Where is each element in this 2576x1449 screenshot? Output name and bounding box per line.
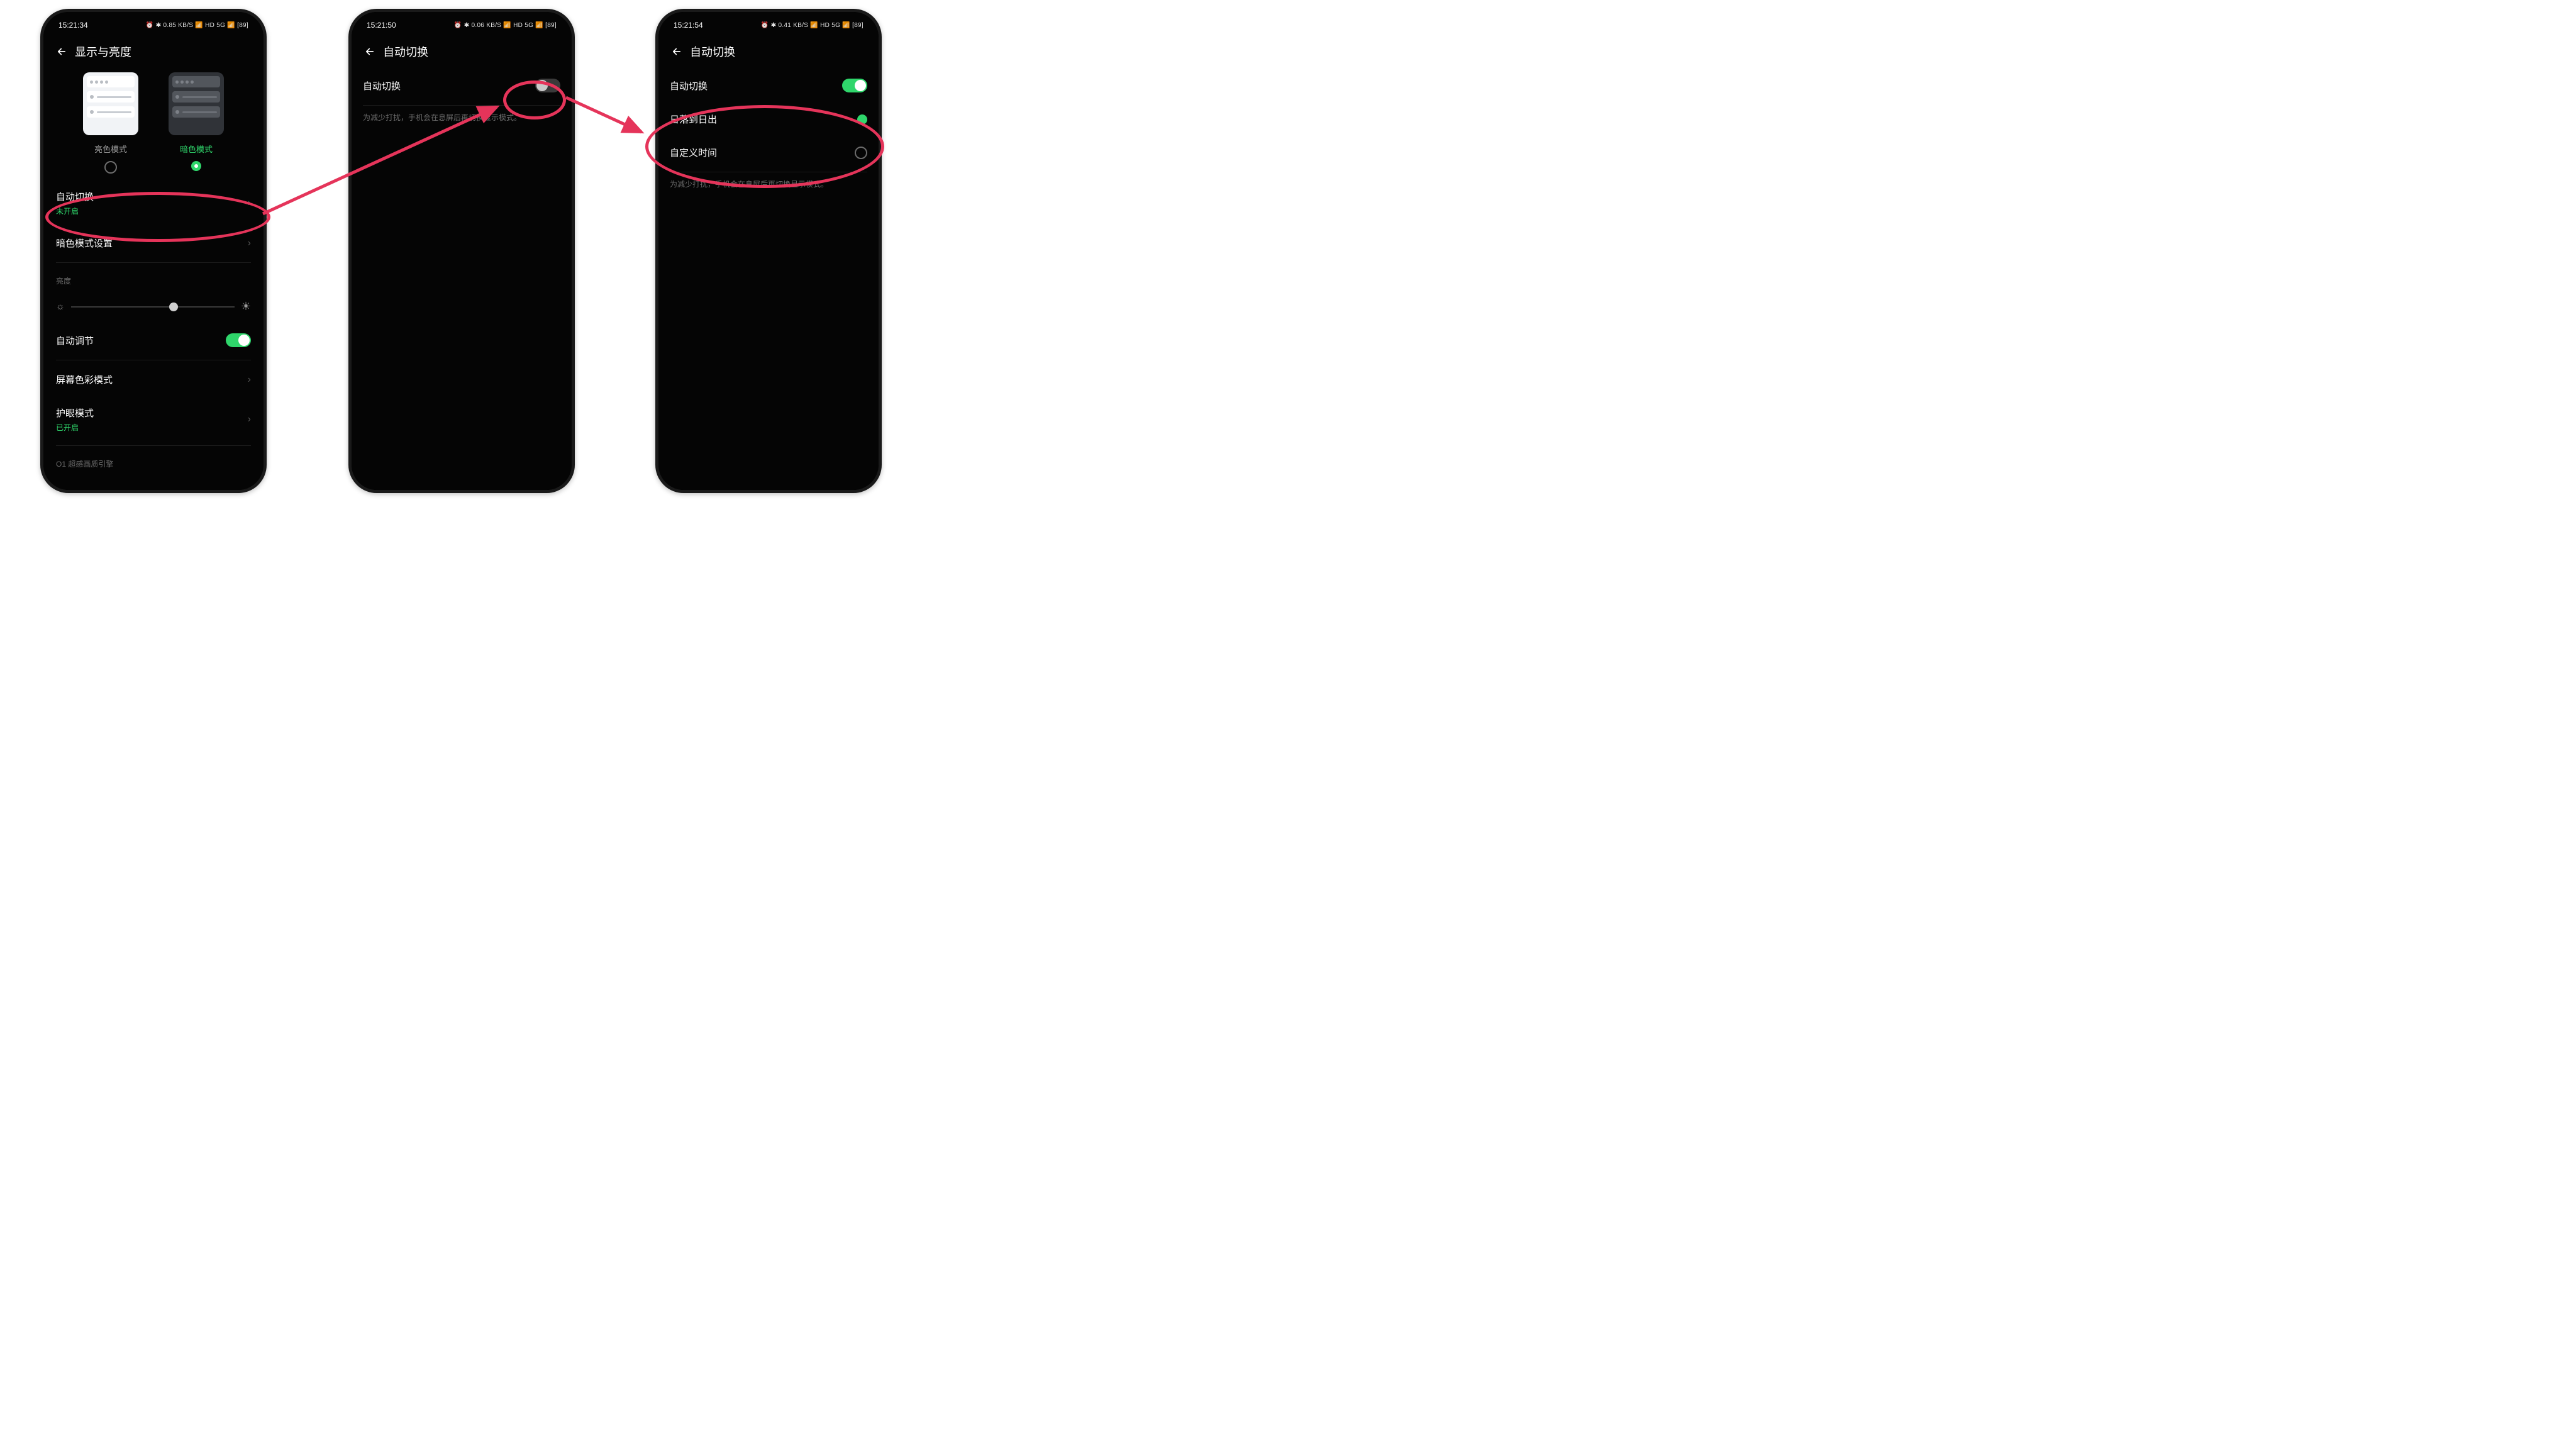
annotation-arrows [0, 0, 916, 513]
